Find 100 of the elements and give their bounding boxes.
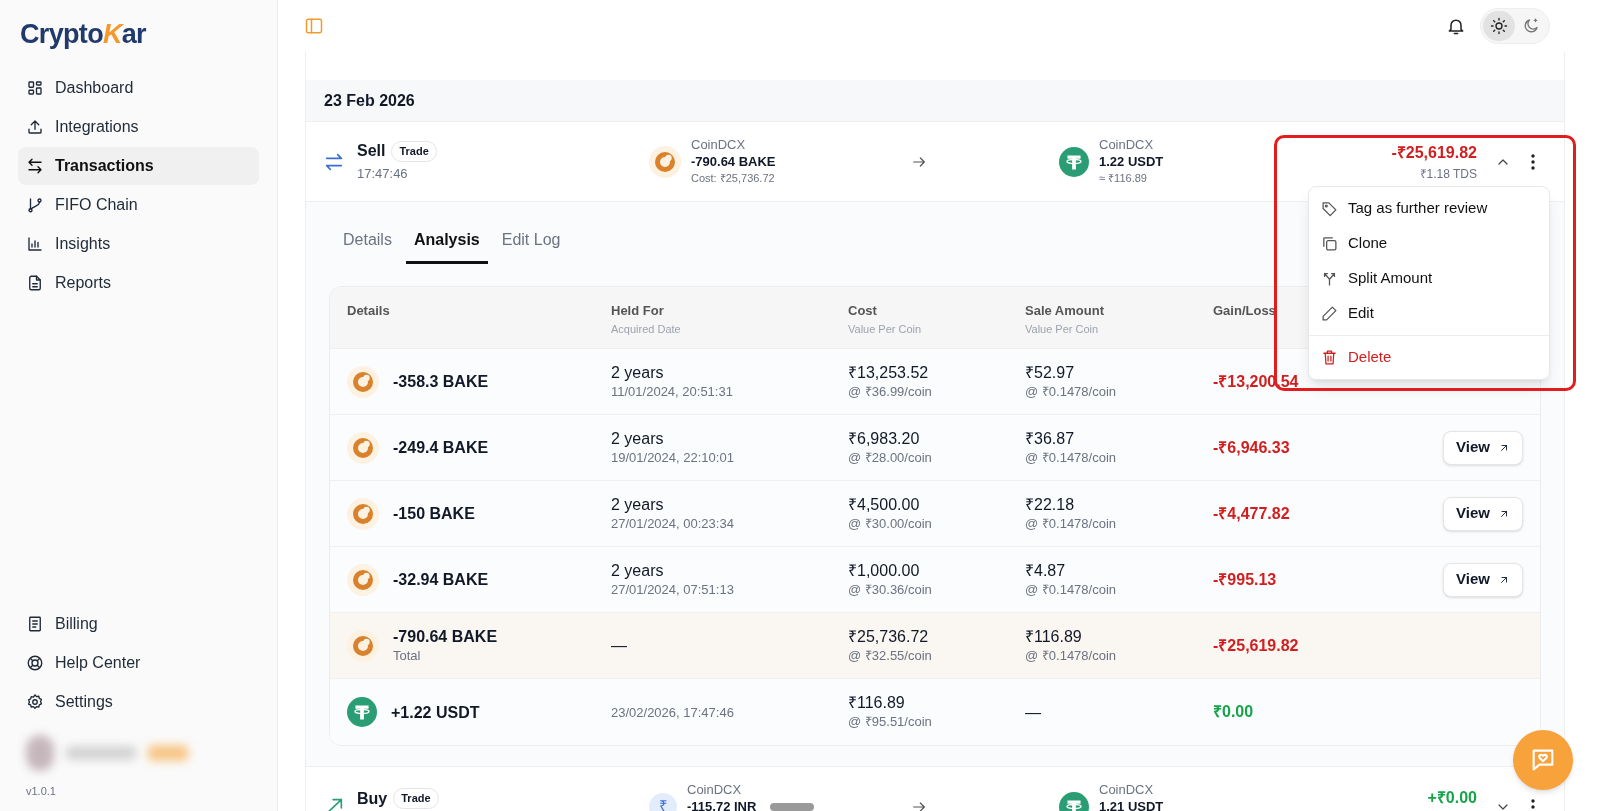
transaction-time: 17:47:46: [357, 165, 409, 184]
view-button[interactable]: View: [1443, 496, 1523, 531]
donut-coin-icon: [347, 563, 379, 596]
detail-tab[interactable]: Analysis: [405, 228, 488, 264]
donut-coin-icon: [347, 497, 379, 530]
detail-tab[interactable]: Details: [335, 228, 400, 264]
sidebar-item[interactable]: Insights: [18, 224, 259, 263]
exchange-name: CoinDCX: [687, 781, 743, 798]
cost-per-coin: @ ₹95.51/coin: [848, 713, 933, 731]
lot-amount: -249.4 BAKE: [393, 438, 489, 457]
tag-icon: [1321, 200, 1338, 217]
gain-loss-value: -₹4,477.82: [1213, 503, 1290, 524]
tether-coin-icon: [1059, 146, 1089, 177]
sale-per-coin: @ ₹0.1478/coin: [1025, 514, 1118, 533]
receipt-icon: [26, 614, 44, 633]
cost-value: ₹1,000.00: [848, 560, 921, 580]
sidebar-item[interactable]: Dashboard: [18, 68, 259, 107]
grid-icon: [26, 78, 44, 97]
menu-item[interactable]: Clone: [1309, 226, 1549, 261]
donut-coin-icon: [347, 629, 379, 662]
acquired-date: 23/02/2026, 17:47:46: [611, 703, 735, 722]
column-header: Details: [347, 302, 390, 320]
sidebar-item[interactable]: Help Center: [18, 643, 259, 682]
gain-loss-value: -₹995.13: [1213, 569, 1277, 590]
cost-value: ₹13,253.52: [848, 362, 930, 382]
upload-icon: [26, 117, 44, 136]
sale-value: —: [1025, 702, 1042, 722]
kebab-icon: [1531, 153, 1535, 170]
view-button[interactable]: View: [1443, 562, 1523, 597]
exchange-name: CoinDCX: [1099, 136, 1155, 153]
lot-amount: -150 BAKE: [393, 504, 475, 523]
sale-per-coin: @ ₹0.1478/coin: [1025, 382, 1118, 401]
held-duration: —: [611, 636, 628, 655]
column-header: Sale Amount: [1025, 302, 1104, 320]
sidebar-item[interactable]: FIFO Chain: [18, 185, 259, 224]
value-note: ≈ ₹116.89: [1099, 171, 1148, 186]
held-duration: 2 years: [611, 428, 665, 448]
sale-value: ₹4.87: [1025, 560, 1067, 580]
sale-value: ₹36.87: [1025, 428, 1076, 448]
cost-value: ₹6,983.20: [848, 428, 921, 448]
total-label: Total: [393, 646, 422, 665]
gain-loss-value: -₹6,946.33: [1213, 437, 1290, 458]
kebab-icon: [1531, 798, 1535, 811]
cost-per-coin: @ ₹30.00/coin: [848, 514, 933, 533]
tether-coin-icon: [347, 697, 377, 727]
menu-item[interactable]: Split Amount: [1309, 261, 1549, 296]
sale-per-coin: @ ₹0.1478/coin: [1025, 646, 1118, 665]
menu-item[interactable]: Delete: [1309, 340, 1549, 375]
menu-item[interactable]: Edit: [1309, 296, 1549, 331]
brand-logo: CryptoKar: [20, 18, 147, 51]
tds-amount: ₹1.18 TDS: [1419, 165, 1477, 183]
exchange-name: CoinDCX: [691, 136, 747, 153]
sale-per-coin: @ ₹0.1478/coin: [1025, 448, 1118, 467]
sun-icon: [1490, 17, 1508, 35]
gain-loss-value: -₹25,619.82: [1213, 635, 1299, 656]
column-header: Cost: [848, 302, 877, 320]
transaction-type: Sell: [357, 141, 386, 162]
sidebar-item[interactable]: Integrations: [18, 107, 259, 146]
cost-value: ₹25,736.72: [848, 626, 930, 646]
document-icon: [26, 273, 44, 292]
column-subtitle: Acquired Date: [611, 321, 681, 337]
coin-amount: -790.64 BAKE: [691, 153, 776, 170]
coin-amount: 1.22 USDT: [1099, 153, 1164, 170]
value-note: Cost: ₹25,736.72: [691, 171, 776, 186]
sale-value: ₹116.89: [1025, 626, 1083, 646]
acquired-date: 27/01/2024, 00:23:34: [611, 514, 735, 533]
cost-per-coin: @ ₹30.36/coin: [848, 580, 933, 599]
sidebar-item[interactable]: Reports: [18, 263, 259, 302]
date-heading: 23 Feb 2026: [324, 90, 415, 111]
sale-value: ₹52.97: [1025, 362, 1076, 382]
acquired-date: 27/01/2024, 07:51:13: [611, 580, 735, 599]
detail-tab[interactable]: Edit Log: [493, 228, 569, 264]
acquired-date: 11/01/2024, 20:51:31: [611, 382, 734, 401]
pencil-icon: [1321, 305, 1338, 322]
sale-per-coin: @ ₹0.1478/coin: [1025, 580, 1118, 599]
held-duration: 2 years: [611, 362, 665, 382]
coin-amount: -115.72 INR: [687, 798, 757, 811]
light-mode-button[interactable]: [1483, 11, 1515, 41]
lot-amount: +1.22 USDT: [391, 702, 480, 722]
donut-coin-icon: [347, 365, 379, 398]
menu-item[interactable]: Tag as further review: [1309, 191, 1549, 226]
trash-icon: [1321, 349, 1338, 366]
branch-icon: [26, 195, 44, 214]
sidebar-toggle-icon: [304, 16, 324, 36]
lifebuoy-icon: [26, 653, 44, 672]
settings-icon: [26, 692, 44, 711]
lot-amount: -358.3 BAKE: [393, 372, 489, 391]
rupee-coin-icon: ₹: [649, 792, 677, 811]
cost-per-coin: @ ₹36.99/coin: [848, 382, 933, 401]
sidebar-item[interactable]: Billing: [18, 604, 259, 643]
column-subtitle: Value Per Coin: [848, 321, 922, 337]
coin-amount: 1.21 USDT: [1099, 798, 1164, 811]
sidebar-item[interactable]: Settings: [18, 682, 259, 721]
sidebar-item[interactable]: Transactions: [18, 146, 259, 185]
moon-icon: [1522, 17, 1540, 35]
transaction-type: Buy: [357, 788, 388, 809]
view-button[interactable]: View: [1443, 430, 1523, 465]
cost-value: ₹4,500.00: [848, 494, 921, 514]
acquired-date: 19/01/2024, 22:10:01: [611, 448, 735, 467]
result-amount: +₹0.00: [1427, 788, 1477, 808]
